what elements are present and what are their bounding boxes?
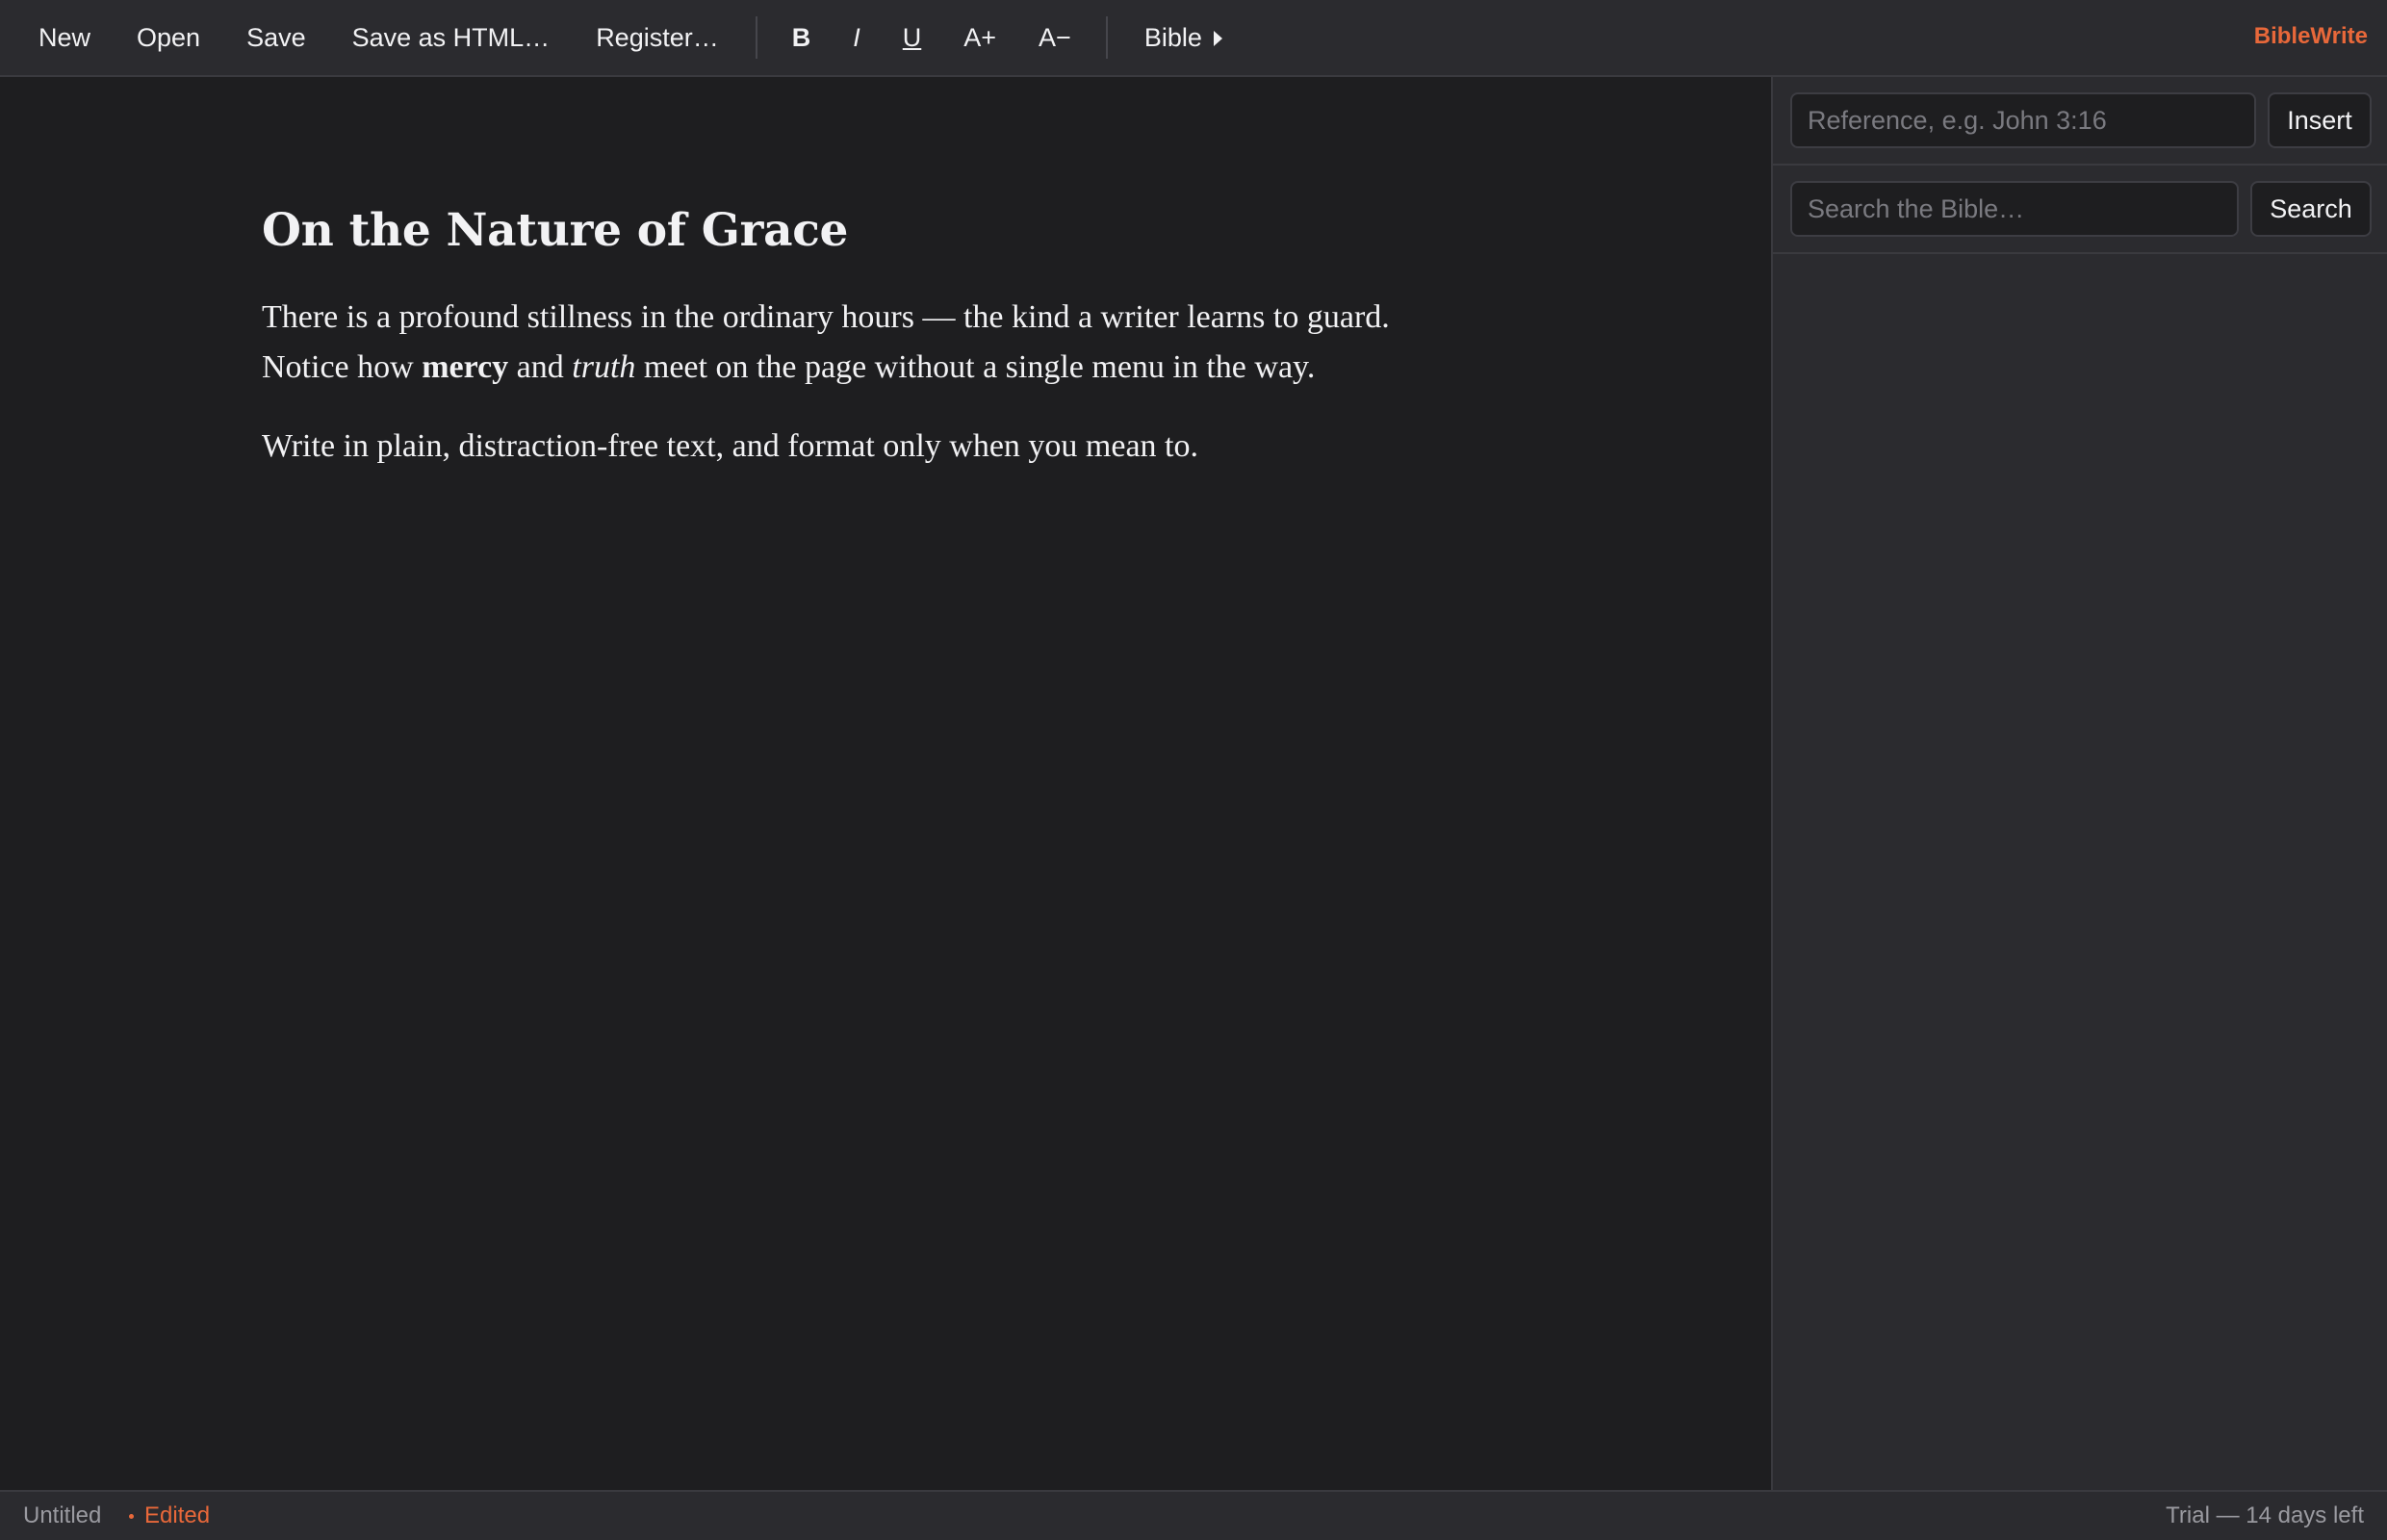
save-as-html-button[interactable]: Save as HTML…: [329, 11, 574, 64]
bible-menu-button[interactable]: Bible: [1121, 11, 1245, 64]
search-row: Search: [1773, 166, 2387, 254]
toolbar: New Open Save Save as HTML… Register… B …: [0, 0, 2387, 77]
search-input[interactable]: [1790, 181, 2239, 237]
text-run: meet on the page without a single menu i…: [635, 349, 1316, 385]
app-window: New Open Save Save as HTML… Register… B …: [0, 0, 2387, 1540]
underline-button[interactable]: U: [882, 11, 943, 64]
new-button[interactable]: New: [15, 11, 114, 64]
status-edited: Edited: [129, 1492, 210, 1540]
insert-button[interactable]: Insert: [2268, 92, 2372, 148]
italic-text: truth: [572, 349, 636, 385]
bible-menu-label: Bible: [1143, 23, 1202, 52]
bold-button[interactable]: B: [771, 11, 833, 64]
bible-sidebar: Insert Search: [1771, 77, 2387, 1490]
caret-right-icon: [1213, 31, 1222, 46]
search-button[interactable]: Search: [2250, 181, 2372, 237]
edited-dot-icon: [129, 1513, 134, 1519]
status-bar: Untitled Edited Trial — 14 days left: [0, 1490, 2387, 1540]
text-run: There is a profound stillness in the ord…: [262, 299, 1390, 335]
reference-row: Insert: [1773, 77, 2387, 166]
save-button[interactable]: Save: [223, 11, 329, 64]
status-filename: Untitled: [23, 1502, 102, 1528]
toolbar-divider: [755, 16, 757, 59]
text-run: Notice how: [262, 349, 423, 385]
decrease-font-button[interactable]: A−: [1017, 11, 1092, 64]
brand-logo: BibleWrite: [2253, 23, 2368, 49]
reference-input[interactable]: [1790, 92, 2256, 148]
increase-font-button[interactable]: A+: [942, 11, 1017, 64]
editor-area[interactable]: On the Nature of Grace There is a profou…: [0, 77, 1771, 1490]
document-paragraph[interactable]: Write in plain, distraction-free text, a…: [262, 422, 1513, 472]
register-button[interactable]: Register…: [573, 11, 742, 64]
document-title[interactable]: On the Nature of Grace: [262, 202, 1513, 260]
text-run: and: [508, 349, 573, 385]
status-trial: Trial — 14 days left: [2166, 1502, 2364, 1528]
toolbar-divider: [1105, 16, 1108, 59]
document[interactable]: On the Nature of Grace There is a profou…: [262, 202, 1513, 500]
status-edited-label: Edited: [144, 1502, 211, 1528]
bold-text: mercy: [422, 349, 509, 385]
document-paragraph[interactable]: There is a profound stillness in the ord…: [262, 293, 1513, 393]
open-button[interactable]: Open: [114, 11, 223, 64]
italic-button[interactable]: I: [832, 11, 882, 64]
